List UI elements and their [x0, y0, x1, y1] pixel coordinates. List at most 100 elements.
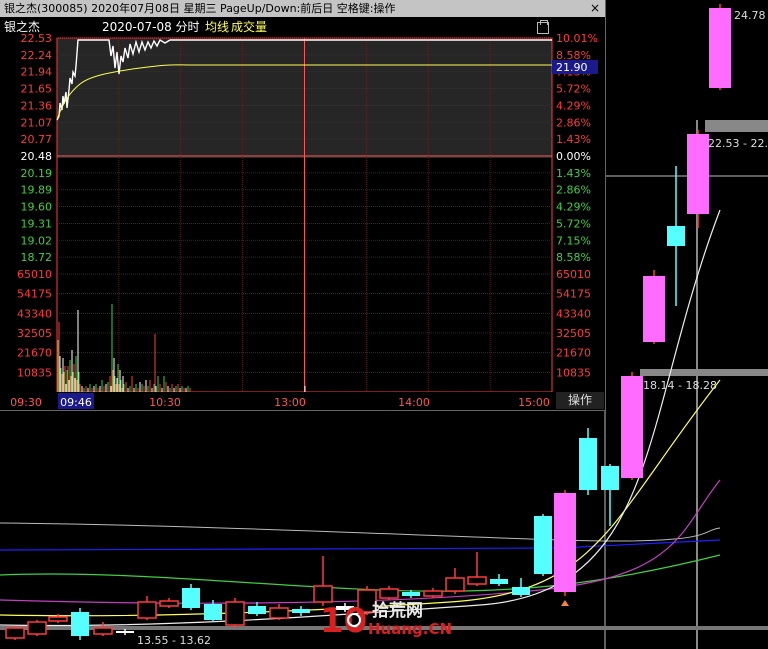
- candle-body: [467, 576, 487, 585]
- candle-body: [534, 516, 552, 574]
- restore-icon[interactable]: [537, 20, 549, 34]
- volume-tick-label-right: 32505: [556, 327, 591, 340]
- price-tick-label: 19.31: [21, 217, 53, 230]
- up-arrow-icon: [561, 600, 569, 606]
- volume-tick-label: 54175: [17, 288, 52, 301]
- candle-body: [225, 601, 245, 626]
- candle-body: [269, 607, 289, 619]
- info-bar: 银之杰 2020-07-08 分时 均线 成交量: [0, 18, 605, 36]
- candle-body: [248, 606, 266, 614]
- ma-line-green: [0, 554, 721, 592]
- volume-tick-label-right: 21670: [556, 347, 591, 360]
- candle-29: [643, 270, 665, 344]
- volume-tick-label-right: 54175: [556, 288, 591, 301]
- candle-22: [490, 574, 508, 586]
- pct-tick-label: 1.43%: [556, 167, 591, 180]
- volume-tick-label: 65010: [17, 268, 52, 281]
- candle-body: [292, 609, 310, 613]
- candle-7: [159, 598, 179, 608]
- candle-12: [269, 604, 289, 620]
- date-label: 2020-07-08 分时: [102, 20, 200, 34]
- price-tick-label: 19.02: [21, 234, 53, 247]
- price-tick-label: 20.77: [21, 133, 53, 146]
- price-tick-label: 20.48: [21, 150, 53, 163]
- price-tick-label: 21.94: [21, 66, 53, 79]
- pct-tick-label: 4.29%: [556, 201, 591, 214]
- time-tick-label: 14:00: [398, 396, 430, 409]
- pct-tick-label: 8.58%: [556, 251, 591, 264]
- candle-body: [204, 604, 222, 620]
- candle-32: [709, 4, 731, 90]
- candle-body: [445, 577, 465, 592]
- candle-4: [93, 622, 113, 636]
- candle-body: [490, 579, 508, 584]
- kline-range-label-1: 22.53 - 22.: [708, 137, 768, 150]
- time-tick-label: 15:00: [518, 396, 550, 409]
- candle-body: [48, 616, 68, 622]
- candle-body: [93, 627, 113, 635]
- candle-26: [579, 428, 597, 495]
- candle-body: [621, 376, 643, 478]
- operate-button[interactable]: 操作: [556, 392, 604, 409]
- watermark-text-en: Huang.CN: [368, 620, 453, 638]
- price-tick-label: 20.19: [21, 167, 53, 180]
- price-tick-label: 21.07: [21, 116, 53, 129]
- pct-tick-label: 4.29%: [556, 99, 591, 112]
- candle-20: [445, 568, 465, 594]
- stock-name: 银之杰: [4, 20, 41, 34]
- watermark: 10 拾荒网 Huang.CN: [320, 596, 453, 644]
- volume-tick-label: 43340: [17, 307, 52, 320]
- ma-line-magenta: [0, 479, 721, 604]
- watermark-text-cn: 拾荒网: [372, 601, 423, 621]
- watermark-logo-icon: 10: [320, 601, 367, 641]
- volume-tick-label-right: 10835: [556, 366, 591, 379]
- intraday-chart[interactable]: 22.5322.2421.9421.6521.3621.0720.7720.48…: [0, 0, 605, 410]
- candle-0: [5, 626, 25, 640]
- kline-low-label: 13.55 - 13.62: [137, 634, 211, 647]
- range-marker-bar-2: [640, 369, 768, 376]
- volume-tick-label-right: 65010: [556, 268, 591, 281]
- candle-13: [292, 606, 310, 616]
- pct-tick-label: 2.86%: [556, 116, 591, 129]
- popup-title: 银之杰(300085) 2020年07月08日 星期三 PageUp/Down:…: [4, 2, 396, 15]
- time-tick-label: 10:30: [149, 396, 181, 409]
- close-icon[interactable]: ×: [588, 1, 602, 15]
- candle-21: [467, 552, 487, 586]
- candle-3: [71, 608, 89, 640]
- candle-24: [534, 514, 552, 576]
- candle-body: [512, 587, 530, 595]
- candle-28: [621, 372, 643, 480]
- pct-tick-label: 2.86%: [556, 184, 591, 197]
- time-tick-label: 09:30: [10, 396, 42, 409]
- candle-body: [116, 631, 134, 633]
- time-tick-label: 09:46: [60, 396, 92, 409]
- price-tick-label: 19.60: [21, 201, 53, 214]
- candle-30: [667, 166, 685, 306]
- pct-tick-label: 7.15%: [556, 234, 591, 247]
- ma-line-blue: [0, 539, 721, 551]
- candle-body: [71, 612, 89, 636]
- candle-body: [687, 134, 709, 214]
- volume-tick-label-right: 43340: [556, 307, 591, 320]
- candle-body: [579, 438, 597, 490]
- candle-body: [601, 466, 619, 490]
- candle-27: [601, 464, 619, 526]
- intraday-popup-window[interactable]: 22.53 22.24 21.94 21.65 21.36 21.07 20.77 20.48…: [0, 0, 606, 411]
- pct-tick-label: 5.72%: [556, 83, 591, 96]
- current-price-label: 21.90: [556, 61, 588, 74]
- candle-31: [687, 130, 709, 228]
- ma-line-yellow: [0, 379, 721, 617]
- candle-25: [554, 490, 576, 596]
- volume-tick-label: 32505: [17, 327, 52, 340]
- popup-title-bar[interactable]: 银之杰(300085) 2020年07月08日 星期三 PageUp/Down:…: [0, 0, 605, 17]
- kline-high-label: 24.78: [734, 9, 766, 22]
- kline-range-label-2: 18.14 - 18.28: [643, 379, 717, 392]
- price-tick-label: 21.36: [21, 99, 53, 112]
- price-tick-label: 19.89: [21, 184, 53, 197]
- candle-body: [27, 621, 47, 635]
- pct-tick-label: 1.43%: [556, 133, 591, 146]
- candle-10: [225, 598, 245, 628]
- avg-line-label: 均线: [205, 20, 230, 34]
- pct-tick-label: 0.00%: [556, 150, 591, 163]
- candle-body: [182, 588, 200, 608]
